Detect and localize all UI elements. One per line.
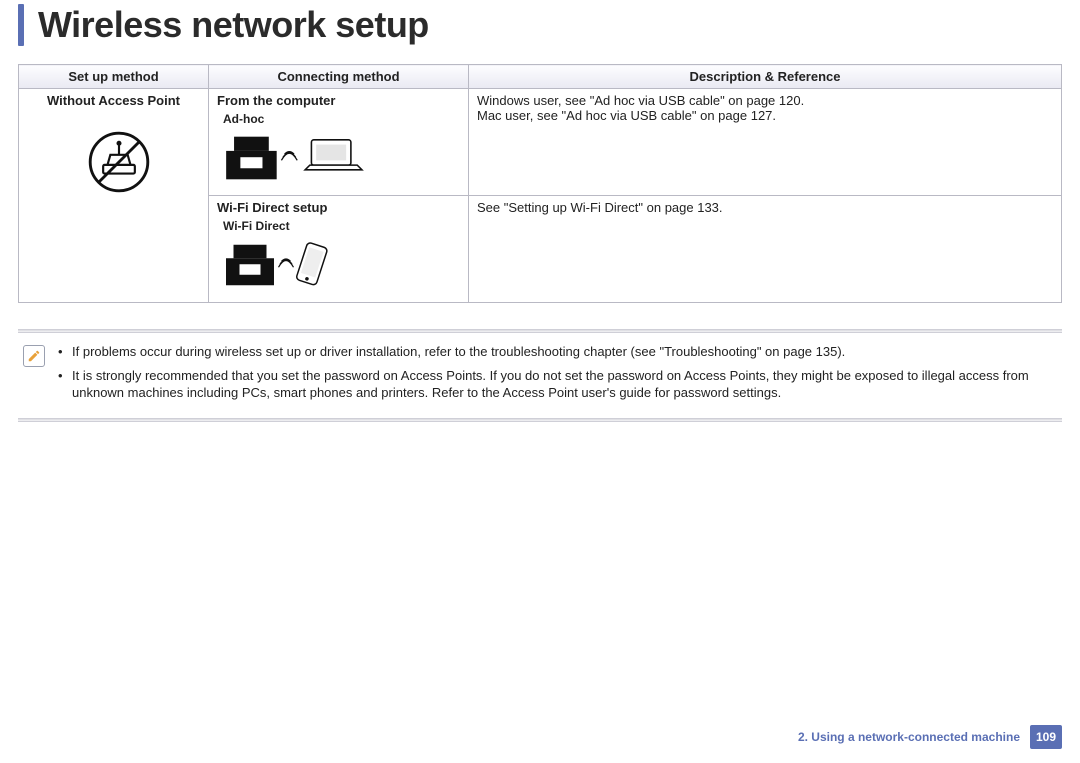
wifi-direct-label: Wi-Fi Direct setup <box>217 200 460 215</box>
page-title-row: Wireless network setup <box>18 0 1062 46</box>
cell-wifi-direct: Wi-Fi Direct setup Wi-Fi Direct <box>209 196 469 303</box>
desc-wifi-direct: See "Setting up Wi-Fi Direct" on page 13… <box>477 200 1053 215</box>
no-access-point-icon <box>37 126 200 201</box>
th-setup-method: Set up method <box>19 65 209 89</box>
adhoc-sublabel: Ad-hoc <box>223 112 460 126</box>
note-area: If problems occur during wireless set up… <box>18 329 1062 422</box>
cell-setup-method: Without Access Point <box>19 89 209 303</box>
desc-mac-adhoc: Mac user, see "Ad hoc via USB cable" on … <box>477 108 1053 123</box>
wifi-direct-illustration-icon <box>223 237 460 296</box>
note-list: If problems occur during wireless set up… <box>58 343 1056 408</box>
note-bottom-rule <box>18 418 1062 422</box>
cell-from-computer-desc: Windows user, see "Ad hoc via USB cable"… <box>469 89 1062 196</box>
wifi-direct-sublabel: Wi-Fi Direct <box>223 219 460 233</box>
cell-from-computer: From the computer Ad-hoc <box>209 89 469 196</box>
setup-table: Set up method Connecting method Descript… <box>18 64 1062 303</box>
from-computer-label: From the computer <box>217 93 460 108</box>
footer-chapter: 2. Using a network-connected machine <box>798 730 1020 744</box>
setup-method-label: Without Access Point <box>27 93 200 108</box>
note-item-troubleshooting: If problems occur during wireless set up… <box>58 343 1056 361</box>
page-footer: 2. Using a network-connected machine 109 <box>798 725 1062 749</box>
adhoc-illustration-icon <box>223 130 460 189</box>
note-item-password: It is strongly recommended that you set … <box>58 367 1056 402</box>
note-pencil-icon <box>23 345 45 367</box>
cell-wifi-direct-desc: See "Setting up Wi-Fi Direct" on page 13… <box>469 196 1062 303</box>
th-connecting-method: Connecting method <box>209 65 469 89</box>
th-description: Description & Reference <box>469 65 1062 89</box>
footer-page-number: 109 <box>1030 725 1062 749</box>
title-accent-bar <box>18 4 24 46</box>
desc-windows-adhoc: Windows user, see "Ad hoc via USB cable"… <box>477 93 1053 108</box>
page-title: Wireless network setup <box>38 4 429 46</box>
